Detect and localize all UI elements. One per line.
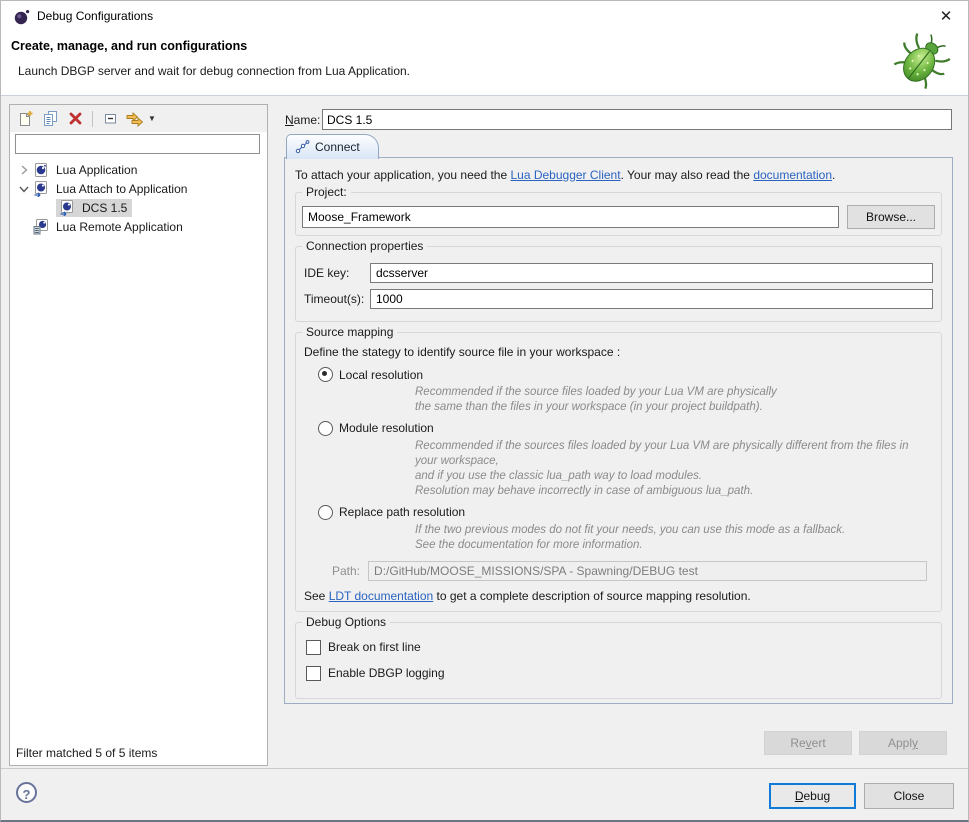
radio-label: Module resolution [339, 421, 434, 435]
module-resolution-description: Recommended if the sources files loaded … [415, 439, 927, 499]
tree-item-label: Lua Application [53, 162, 140, 178]
path-input [368, 561, 927, 581]
connect-tab-icon [295, 140, 310, 154]
tree-indent [16, 219, 32, 235]
project-group-legend: Project: [302, 185, 351, 199]
bug-banner-icon [892, 29, 952, 93]
apply-button[interactable]: Apply [859, 731, 947, 755]
checkbox-icon[interactable] [306, 666, 321, 681]
radio-module-resolution[interactable]: Module resolution [318, 421, 933, 436]
checkbox-break-on-first-line[interactable]: Break on first line [306, 640, 933, 655]
debug-options-group: Debug Options Break on first line Enable… [295, 622, 942, 699]
radio-label: Local resolution [339, 368, 423, 382]
radio-local-resolution[interactable]: Local resolution [318, 367, 933, 382]
tab-connect-label: Connect [315, 140, 360, 154]
tree-item-lua-remote-application[interactable]: Lua Remote Application [10, 217, 267, 236]
checkbox-label: Enable DBGP logging [328, 666, 445, 680]
debug-configurations-dialog: Debug Configurations ✕ Create, manage, a… [0, 0, 969, 822]
debug-configuration-icon [13, 8, 31, 26]
radio-replace-path-resolution[interactable]: Replace path resolution [318, 505, 933, 520]
connection-properties-legend: Connection properties [302, 239, 427, 253]
collapse-all-icon[interactable] [100, 109, 120, 129]
filter-menu-chevron-icon[interactable]: ▼ [148, 114, 156, 123]
duplicate-configuration-icon[interactable] [40, 109, 60, 129]
radio-button-icon[interactable] [318, 505, 333, 520]
local-resolution-description: Recommended if the source files loaded b… [415, 385, 927, 415]
ldt-documentation-line: See LDT documentation to get a complete … [304, 589, 933, 603]
path-label: Path: [332, 564, 360, 578]
source-mapping-group: Source mapping Define the stategy to ide… [295, 332, 942, 612]
lua-attach-icon [58, 200, 75, 216]
footer-separator [1, 768, 968, 769]
tree-item-label: Lua Attach to Application [53, 181, 190, 197]
filter-input[interactable] [15, 134, 260, 154]
source-mapping-legend: Source mapping [302, 325, 397, 339]
lua-application-icon [32, 162, 49, 178]
ide-key-label: IDE key: [304, 266, 370, 280]
collapse-chevron-icon[interactable] [16, 181, 32, 197]
configurations-tree: Lua Application Lua Attach to Applicatio… [10, 158, 267, 238]
page-subtitle: Launch DBGP server and wait for debug co… [18, 64, 410, 78]
connection-properties-group: Connection properties IDE key: Timeout(s… [295, 246, 942, 322]
toolbar-separator [92, 111, 93, 127]
delete-configuration-icon[interactable] [65, 109, 85, 129]
ide-key-input[interactable] [370, 263, 933, 283]
timeout-label: Timeout(s): [304, 292, 370, 306]
attach-intro-text: To attach your application, you need the… [295, 168, 942, 182]
replace-path-description: If the two previous modes do not fit you… [415, 523, 927, 553]
window-title: Debug Configurations [37, 1, 153, 31]
checkbox-label: Break on first line [328, 640, 421, 654]
titlebar: Debug Configurations ✕ [1, 1, 968, 31]
tree-item-lua-attach-to-application[interactable]: Lua Attach to Application [10, 179, 267, 198]
expand-chevron-icon[interactable] [16, 162, 32, 178]
connect-tab-content: To attach your application, you need the… [284, 157, 953, 704]
tree-item-label: Lua Remote Application [53, 219, 186, 235]
lua-debugger-client-link[interactable]: Lua Debugger Client [510, 168, 620, 182]
name-input[interactable] [322, 109, 952, 130]
close-icon[interactable]: ✕ [934, 5, 958, 29]
project-input[interactable] [302, 206, 839, 228]
close-button[interactable]: Close [864, 783, 954, 809]
debug-button[interactable]: Debug [769, 783, 856, 809]
revert-button[interactable]: Revert [764, 731, 852, 755]
dialog-header: Debug Configurations ✕ Create, manage, a… [1, 1, 968, 96]
debug-options-legend: Debug Options [302, 615, 390, 629]
radio-button-icon[interactable] [318, 367, 333, 382]
filter-match-status: Filter matched 5 of 5 items [16, 746, 157, 760]
browse-button[interactable]: Browse... [847, 205, 935, 229]
lua-attach-icon [32, 181, 49, 197]
tree-item-dcs-15[interactable]: DCS 1.5 [34, 198, 267, 217]
sidebar-toolbar: ▼ [10, 105, 267, 132]
radio-button-icon[interactable] [318, 421, 333, 436]
filter-launch-configurations-icon[interactable] [125, 109, 145, 129]
lua-remote-icon [32, 219, 49, 235]
documentation-link[interactable]: documentation [753, 168, 832, 182]
project-group: Project: Browse... [295, 192, 942, 236]
tree-indent [40, 200, 56, 216]
tab-connect[interactable]: Connect [286, 134, 379, 159]
checkbox-enable-dbgp-logging[interactable]: Enable DBGP logging [306, 666, 933, 681]
page-title: Create, manage, and run configurations [11, 39, 247, 53]
radio-label: Replace path resolution [339, 505, 465, 519]
source-mapping-intro: Define the stategy to identify source fi… [304, 345, 933, 359]
timeout-input[interactable] [370, 289, 933, 309]
tree-item-lua-application[interactable]: Lua Application [10, 160, 267, 179]
revert-apply-bar: Revert Apply [764, 731, 947, 755]
tree-item-label: DCS 1.5 [79, 200, 130, 216]
name-label: Name: [285, 113, 320, 127]
ldt-documentation-link[interactable]: LDT documentation [329, 589, 434, 603]
checkbox-icon[interactable] [306, 640, 321, 655]
help-icon[interactable]: ? [16, 782, 37, 803]
configurations-sidebar: ▼ Lua Application [9, 104, 268, 766]
new-configuration-icon[interactable] [15, 109, 35, 129]
